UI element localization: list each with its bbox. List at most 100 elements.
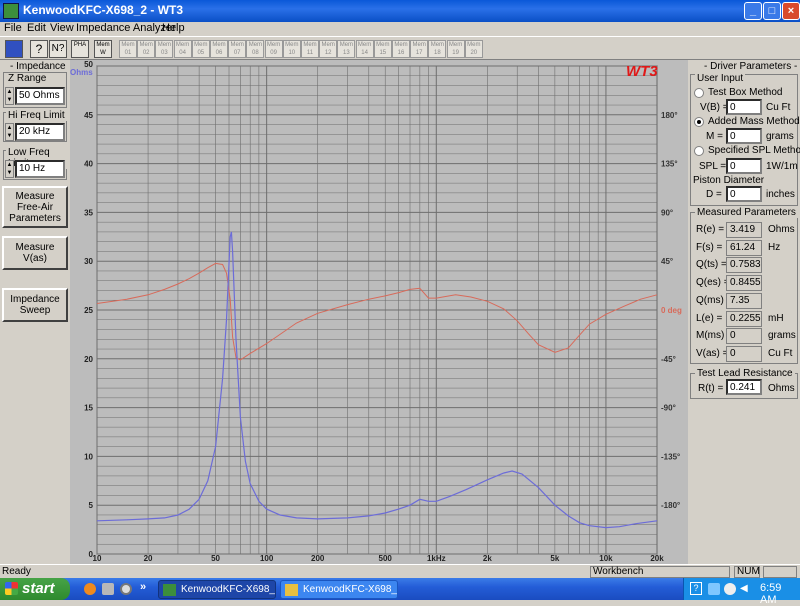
piston-diameter-label: Piston Diameter	[693, 175, 765, 186]
y-tick-label: 40	[84, 160, 93, 169]
y-tick-label: 35	[84, 208, 93, 217]
y-tick-label: 25	[84, 306, 93, 315]
d-field[interactable]: 0	[726, 186, 762, 202]
chart-icon[interactable]	[5, 40, 23, 58]
hi-freq-spinner[interactable]: ▲ ▼	[5, 123, 14, 141]
memory-slot-button[interactable]: Mem 05	[191, 40, 210, 58]
menu-impedance-analyzer[interactable]: Impedance Analyzer	[76, 22, 176, 34]
close-button[interactable]: ×	[782, 2, 800, 20]
menu-edit[interactable]: Edit	[27, 22, 46, 34]
status-workbench: Workbench	[590, 566, 730, 578]
spl-field[interactable]: 0	[726, 158, 762, 174]
memory-slot-button[interactable]: Mem 03	[155, 40, 174, 58]
user-input-label: User Input	[695, 73, 746, 84]
menu-file[interactable]: File	[4, 22, 22, 34]
memory-slot-button[interactable]: Mem 17	[410, 40, 429, 58]
x-tick-label: 20	[144, 554, 153, 563]
hi-freq-field[interactable]: 20 kHz	[15, 123, 65, 141]
y-tick-label: 15	[84, 404, 93, 413]
help-icon[interactable]: ?	[30, 40, 48, 58]
y-tick-label: 10	[84, 452, 93, 461]
memory-slot-button[interactable]: Mem 01	[119, 40, 137, 58]
context-help-icon[interactable]: N?	[49, 40, 67, 58]
param-unit: Ohms	[768, 224, 795, 235]
pha-button[interactable]: PHA	[71, 40, 89, 58]
memory-slot-button[interactable]: Mem 06	[210, 40, 228, 58]
spl-radio[interactable]	[694, 146, 704, 156]
chevron-right-icon[interactable]: »	[140, 581, 146, 593]
x-tick-label: 5k	[550, 554, 559, 563]
param-label: R(e) =	[696, 224, 725, 235]
y-tick-label: 30	[84, 257, 93, 266]
param-value: 0.7583	[726, 257, 762, 274]
memory-slot-button[interactable]: Mem 11	[301, 40, 319, 58]
param-value: 0.8455	[726, 275, 762, 292]
param-label: Q(ts) =	[696, 259, 727, 271]
y2-tick-label: -135°	[661, 452, 680, 461]
y2-tick-label: 135°	[661, 160, 678, 169]
status-bar: Ready Workbench NUM	[0, 564, 800, 578]
memory-slot-button[interactable]: Mem 16	[392, 40, 410, 58]
low-freq-spinner[interactable]: ▲ ▼	[5, 160, 14, 178]
memory-slot-button[interactable]: Mem 09	[264, 40, 283, 58]
memory-slot-button[interactable]: Mem 18	[428, 40, 447, 58]
minimize-button[interactable]: _	[744, 2, 762, 20]
security-icon[interactable]	[724, 583, 736, 595]
memory-slot-button[interactable]: Mem 15	[373, 40, 392, 58]
clock[interactable]: 6:59 AM	[760, 582, 800, 606]
vb-label: V(B) =	[700, 102, 729, 113]
m-field[interactable]: 0	[726, 128, 762, 144]
media-icon[interactable]	[120, 583, 132, 595]
measure-free-air-button[interactable]: Measure Free-Air Parameters	[2, 186, 68, 228]
memory-slot-button[interactable]: Mem 08	[246, 40, 265, 58]
rt-field[interactable]: 0.241	[726, 379, 762, 395]
memory-slot-button[interactable]: Mem 14	[355, 40, 374, 58]
memory-slot-button[interactable]: Mem 02	[137, 40, 156, 58]
memory-slot-button[interactable]: Mem 04	[173, 40, 192, 58]
folder-icon	[285, 584, 298, 596]
wt3-watermark: WT3	[626, 63, 658, 80]
taskbar-item-wt3-1[interactable]: KenwoodKFC-X698_1...	[280, 580, 398, 599]
memory-slot-button[interactable]: Mem 19	[446, 40, 465, 58]
param-unit: Hz	[768, 241, 781, 253]
z-range-field[interactable]: 50 Ohms	[15, 87, 65, 105]
taskbar-item-wt3-2[interactable]: KenwoodKFC-X698_2...	[158, 580, 276, 599]
added-mass-radio[interactable]	[694, 117, 704, 127]
mem-w-button[interactable]: Mem W	[94, 40, 112, 58]
m-unit: grams	[766, 131, 794, 142]
maximize-button[interactable]: □	[763, 2, 781, 20]
right-panel: - Driver Parameters - User Input Test Bo…	[688, 60, 800, 564]
menu-help[interactable]: Help	[162, 22, 185, 34]
memory-slot-button[interactable]: Mem 12	[319, 40, 338, 58]
quicklaunch-icon[interactable]	[102, 583, 114, 595]
firefox-icon[interactable]	[84, 583, 96, 595]
vb-field[interactable]: 0	[726, 99, 762, 115]
measure-vas-button[interactable]: Measure V(as)	[2, 236, 68, 270]
param-unit: Cu Ft	[768, 347, 793, 359]
z-range-spinner[interactable]: ▲ ▼	[5, 87, 14, 105]
spl-label: SPL =	[699, 161, 727, 172]
volume-icon[interactable]: ◀	[740, 583, 750, 595]
spl-method-label: Specified SPL Method	[708, 145, 800, 156]
low-freq-field[interactable]: 10 Hz	[15, 160, 65, 178]
memory-slot-button[interactable]: Mem 13	[337, 40, 356, 58]
y2-tick-label: 45°	[661, 257, 673, 266]
title-bar: KenwoodKFC-X698_2 - WT3 _ □ ×	[0, 0, 800, 22]
taskbar: start » KenwoodKFC-X698_2... KenwoodKFC-…	[0, 578, 800, 606]
test-box-radio[interactable]	[694, 88, 704, 98]
start-button[interactable]: start	[0, 578, 70, 600]
memory-slot-button[interactable]: Mem 10	[282, 40, 301, 58]
help-tray-icon[interactable]: ?	[690, 582, 702, 595]
param-unit: grams	[768, 330, 796, 342]
impedance-sweep-button[interactable]: Impedance Sweep	[2, 288, 68, 322]
memory-slot-button[interactable]: Mem 20	[464, 40, 483, 58]
z-range-label: Z Range	[6, 73, 49, 84]
network-icon[interactable]	[708, 583, 720, 595]
memory-slot-button[interactable]: Mem 07	[228, 40, 247, 58]
x-tick-label: 20k	[650, 554, 664, 563]
rt-label: R(t) =	[698, 383, 724, 394]
param-value: 0.2255	[726, 310, 762, 327]
y-tick-label: 20	[84, 355, 93, 364]
menu-view[interactable]: View	[50, 22, 74, 34]
x-tick-label: 10	[93, 554, 102, 563]
